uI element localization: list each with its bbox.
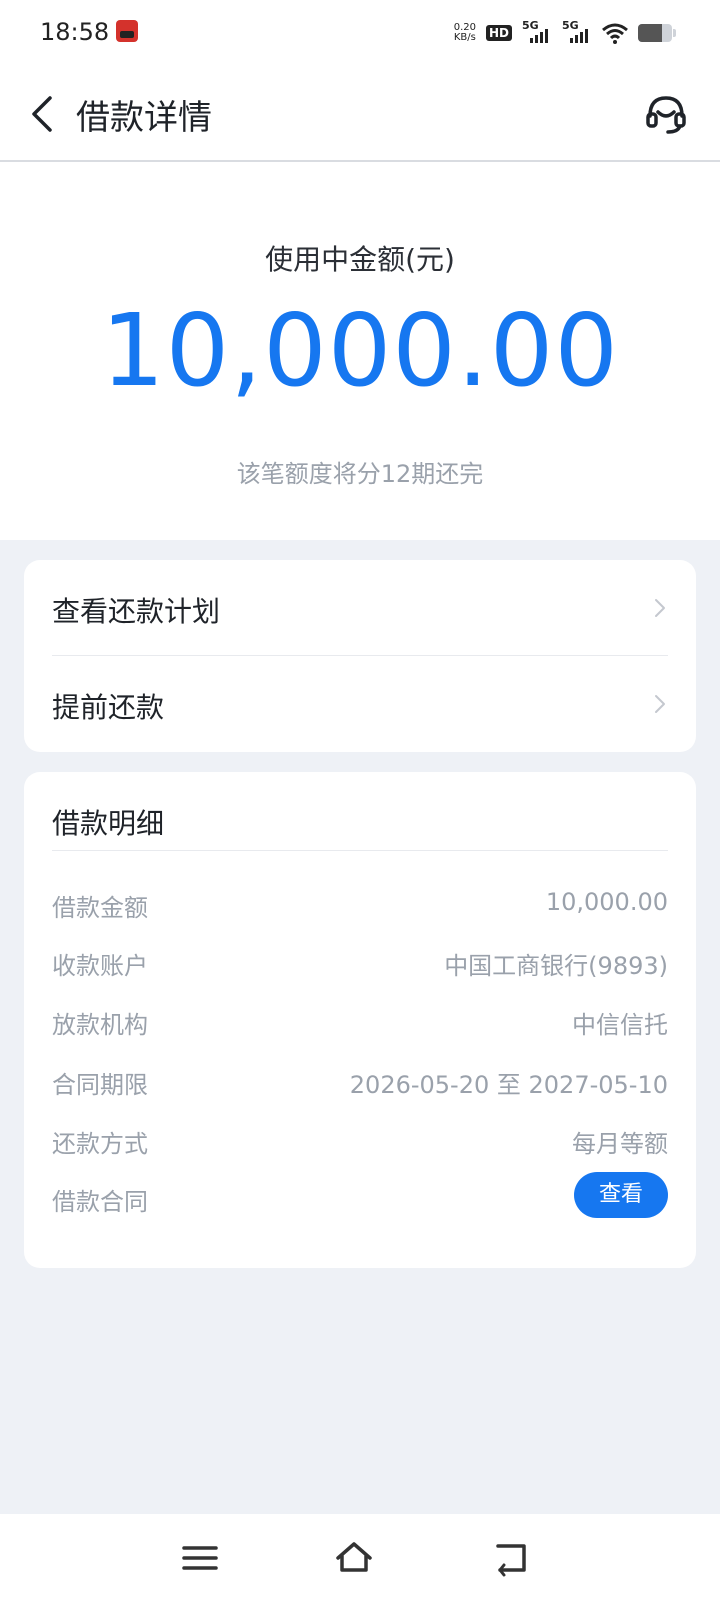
detail-row-amount: 借款金额 10,000.00 [52,882,668,922]
amount-value: 10,000.00 [101,292,619,409]
detail-key: 借款金额 [52,894,148,922]
detail-value: 10,000.00 [545,888,668,916]
detail-key: 借款合同 [52,1188,148,1216]
status-indicators: 0.20 KB/s HD 5G 5G [454,16,676,50]
actions-card: 查看还款计划 提前还款 [24,560,696,752]
detail-key: 合同期限 [52,1071,148,1099]
detail-row-lender: 放款机构 中信信托 [52,999,668,1039]
detail-row-term: 合同期限 2026-05-20 至 2027-05-10 [52,1059,668,1099]
headset-icon[interactable] [642,90,690,138]
installment-note: 该笔额度将分12期还完 [236,460,484,488]
amount-summary: 使用中金额(元) 10,000.00 该笔额度将分12期还完 [0,162,720,540]
back-icon[interactable] [22,90,70,138]
amount-label: 使用中金额(元) [265,243,455,276]
loan-details-card: 借款明细 借款金额 10,000.00 收款账户 中国工商银行(9893) 放款… [24,772,696,1268]
wifi-icon [602,23,628,44]
app-notification-icon [116,20,138,42]
detail-value: 每月等额 [572,1130,668,1158]
return-icon[interactable] [490,1536,534,1580]
early-repayment-row[interactable]: 提前还款 [52,656,668,752]
nav-bar: 借款详情 [0,66,720,162]
signal-icon: 5G [562,19,592,45]
status-time: 18:58 [40,18,110,46]
detail-value: 中国工商银行(9893) [444,952,668,980]
menu-icon[interactable] [178,1536,222,1580]
signal-label: 5G [522,19,539,32]
repayment-plan-row[interactable]: 查看还款计划 [52,560,668,656]
early-repayment-label: 提前还款 [52,691,165,724]
details-title: 借款明细 [52,807,165,840]
divider [52,850,668,851]
detail-value: 中信信托 [572,1011,668,1039]
view-contract-button[interactable]: 查看 [574,1172,668,1218]
battery-icon [638,24,676,42]
net-speed-unit: KB/s [453,32,476,43]
detail-key: 收款账户 [52,952,148,980]
detail-row-repayment-method: 还款方式 每月等额 [52,1118,668,1158]
detail-value: 2026-05-20 至 2027-05-10 [349,1071,668,1099]
page-title: 借款详情 [76,98,212,138]
hd-badge: HD [485,25,512,41]
detail-row-contract: 借款合同 查看 [52,1172,668,1218]
net-speed: 0.20 KB/s [454,23,476,43]
status-bar: 18:58 0.20 KB/s HD 5G 5G [0,0,720,66]
detail-key: 放款机构 [52,1011,148,1039]
repayment-plan-label: 查看还款计划 [52,595,221,628]
system-nav-bar [0,1514,720,1600]
home-icon[interactable] [332,1536,376,1580]
chevron-right-icon [655,599,665,617]
chevron-right-icon [655,695,665,713]
signal-label: 5G [562,19,579,32]
detail-row-account: 收款账户 中国工商银行(9893) [52,940,668,980]
detail-key: 还款方式 [52,1130,148,1158]
signal-icon: 5G [522,19,552,45]
